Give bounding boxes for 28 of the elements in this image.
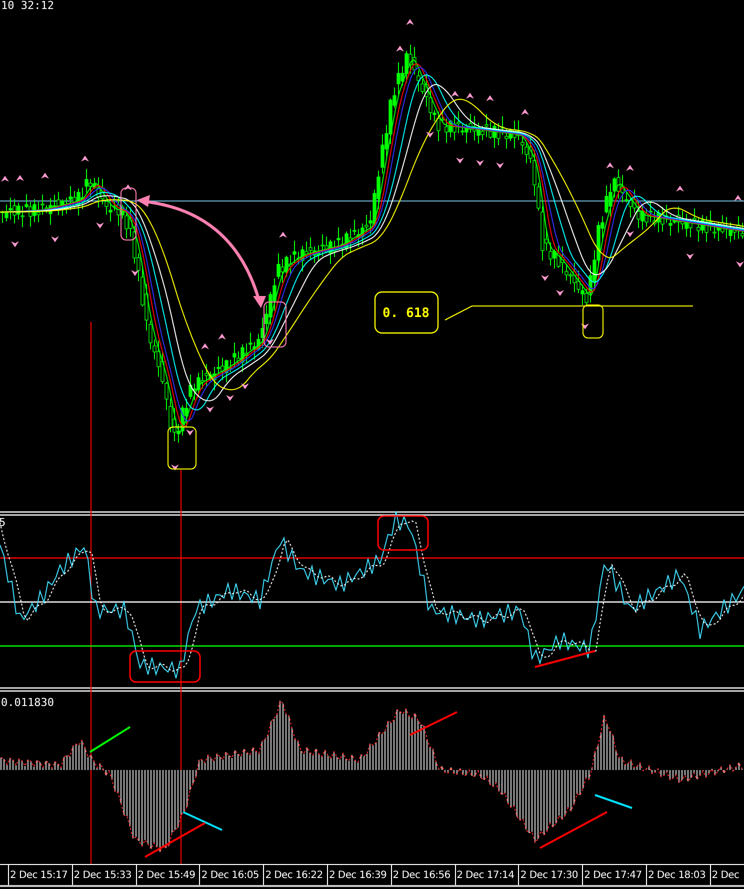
histogram-label: 0.011830 xyxy=(1,696,54,709)
time-axis-label: 2 Dec 17:47 xyxy=(584,870,642,881)
time-axis-label: 2 Dec 15:33 xyxy=(74,870,132,881)
highlight-frame xyxy=(582,304,604,338)
trend-line xyxy=(594,794,632,809)
time-axis-label: 2 Dec 17:30 xyxy=(520,870,578,881)
trend-line xyxy=(540,811,608,849)
ratio-callout-frame xyxy=(374,291,439,334)
trend-line xyxy=(534,650,596,668)
trend-line xyxy=(410,711,458,736)
highlight-frame xyxy=(129,650,201,683)
highlight-frame xyxy=(168,426,196,470)
time-axis-label: 2 Dec xyxy=(712,870,740,881)
time-label: 10 32:12 xyxy=(1,0,54,12)
oscillator-label: 5 xyxy=(0,516,6,529)
time-axis-label: 2 Dec 16:39 xyxy=(328,870,387,881)
ratio-label: 0. 618 xyxy=(382,306,430,321)
time-axis-label: 2 Dec 17:14 xyxy=(456,870,514,881)
trend-line xyxy=(89,726,131,753)
time-axis-label: 2 Dec 16:22 xyxy=(265,870,323,881)
time-axis-label: 2 Dec 16:56 xyxy=(392,870,450,881)
time-axis-label: 2 Dec 15:17 xyxy=(10,870,68,881)
highlight-frame xyxy=(264,302,286,348)
highlight-frame xyxy=(120,188,136,240)
time-axis-label: 2 Dec 16:05 xyxy=(201,870,259,881)
highlight-frame xyxy=(377,515,429,551)
time-axis-label: 2 Dec 18:03 xyxy=(648,870,706,881)
time-axis-label: 2 Dec 15:49 xyxy=(138,870,196,881)
